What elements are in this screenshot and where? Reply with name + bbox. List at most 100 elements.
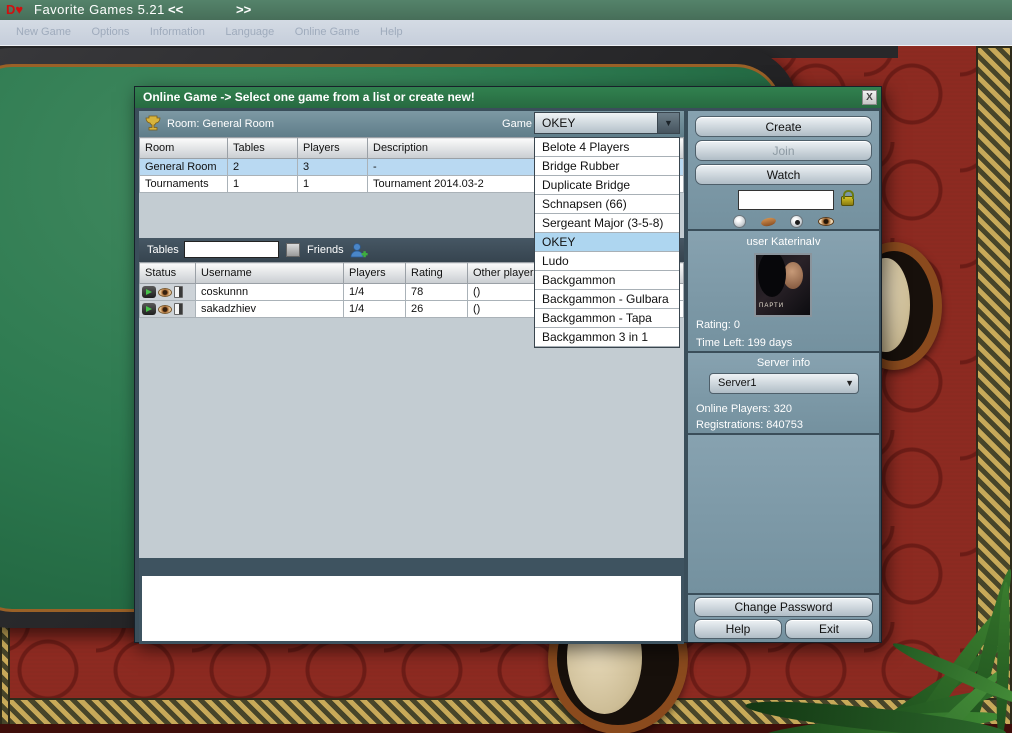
game-option[interactable]: Bridge Rubber (535, 157, 679, 176)
friends-label: Friends (307, 244, 344, 256)
nav-back-button[interactable]: << (168, 2, 183, 17)
col-header-players[interactable]: Players (297, 137, 368, 159)
game-dropdown-list: Belote 4 Players Bridge Rubber Duplicate… (534, 137, 680, 348)
status-divider-bar (139, 558, 684, 576)
window-titlebar: D♥ Favorite Games 5.21 << >> (0, 0, 1012, 20)
chevron-down-icon[interactable]: ▼ (657, 113, 679, 133)
trophy-icon (145, 115, 161, 132)
window-title: Favorite Games 5.21 (34, 2, 165, 17)
players-count-cell[interactable]: 1/4 (343, 300, 406, 318)
table-password-input[interactable] (738, 190, 834, 210)
chevron-down-icon: ▼ (845, 378, 854, 388)
rating-cell[interactable]: 78 (405, 283, 468, 301)
play-status-icon (142, 303, 156, 316)
game-option[interactable]: Ludo (535, 252, 679, 271)
players-count-cell[interactable]: 1/4 (343, 283, 406, 301)
online-game-dialog: Online Game -> Select one game from a li… (134, 86, 882, 644)
lobby-right-panel: Create Join Watch user KaterinaIv ПАРТИ … (688, 111, 879, 642)
tables-cell[interactable]: 2 (227, 158, 298, 176)
status-cell (139, 300, 196, 318)
registrations-label: Registrations: 840753 (696, 419, 804, 431)
server-select-dropdown[interactable]: Server1 ▼ (709, 373, 859, 394)
action-buttons-box: Create Join Watch (688, 111, 879, 229)
exit-button[interactable]: Exit (785, 619, 873, 639)
tables-filter-label: Tables (147, 244, 179, 256)
game-option[interactable]: Duplicate Bridge (535, 176, 679, 195)
help-button[interactable]: Help (694, 619, 782, 639)
online-players-label: Online Players: 320 (696, 403, 792, 415)
friends-checkbox[interactable] (286, 243, 300, 257)
current-room-label: Room: General Room (167, 118, 274, 130)
game-option[interactable]: Backgammon - Tapa (535, 309, 679, 328)
tables-filter-input[interactable] (184, 241, 279, 258)
server-info-title: Server info (756, 357, 811, 369)
watch-mode-radio[interactable] (790, 215, 804, 229)
game-label: Game (502, 118, 532, 130)
avatar-caption: ПАРТИ (759, 303, 785, 309)
menu-item-information[interactable]: Information (150, 26, 205, 38)
menu-item-online-game[interactable]: Online Game (295, 26, 360, 38)
username-cell[interactable]: coskunnn (195, 283, 344, 301)
rating-cell[interactable]: 26 (405, 300, 468, 318)
game-type-icon (174, 286, 183, 299)
avatar: ПАРТИ (754, 253, 812, 317)
players-table-empty-area (139, 318, 684, 558)
game-option[interactable]: Sergeant Major (3-5-8) (535, 214, 679, 233)
game-option[interactable]: Backgammon (535, 271, 679, 290)
game-selected-value: OKEY (542, 116, 576, 130)
col-header-players[interactable]: Players (343, 262, 406, 284)
logo-letter: D (6, 2, 16, 17)
join-button[interactable]: Join (695, 140, 872, 161)
lock-icon (841, 190, 854, 206)
footer-buttons-box: Change Password Help Exit (688, 595, 879, 642)
add-friend-icon[interactable] (349, 242, 368, 259)
watch-status-icon (158, 304, 172, 314)
close-button[interactable]: X (862, 90, 877, 105)
menu-item-options[interactable]: Options (91, 26, 129, 38)
menu-bar: New Game Options Information Language On… (0, 20, 1012, 46)
col-header-tables[interactable]: Tables (227, 137, 298, 159)
app-logo-icon: D♥ (6, 2, 23, 17)
watch-status-icon (158, 287, 172, 297)
game-option-highlighted[interactable]: OKEY (535, 233, 679, 252)
watch-button[interactable]: Watch (695, 164, 872, 185)
create-button[interactable]: Create (695, 116, 872, 137)
message-log-area (139, 576, 684, 644)
players-cell[interactable]: 1 (297, 175, 368, 193)
menu-item-language[interactable]: Language (225, 26, 274, 38)
status-cell (139, 283, 196, 301)
server-info-box: Server info Server1 ▼ Online Players: 32… (688, 353, 879, 433)
room-cell[interactable]: General Room (139, 158, 228, 176)
tables-cell[interactable]: 1 (227, 175, 298, 193)
game-option[interactable]: Schnapsen (66) (535, 195, 679, 214)
info-empty-box (688, 435, 879, 593)
time-left-label: Time Left: 199 days (696, 337, 793, 349)
username-cell[interactable]: sakadzhiev (195, 300, 344, 318)
user-rating-label: Rating: 0 (696, 319, 741, 331)
col-header-status[interactable]: Status (139, 262, 196, 284)
game-option[interactable]: Backgammon 3 in 1 (535, 328, 679, 347)
players-cell[interactable]: 3 (297, 158, 368, 176)
application-window: D♥ Favorite Games 5.21 << >> New Game Op… (0, 0, 1012, 733)
eye-icon (817, 217, 834, 227)
col-header-rating[interactable]: Rating (405, 262, 468, 284)
nav-forward-button[interactable]: >> (236, 2, 251, 17)
change-password-button[interactable]: Change Password (694, 597, 873, 617)
server-selected-value: Server1 (718, 377, 757, 389)
user-info-box: user KaterinaIv ПАРТИ Rating: 0 Time Lef… (688, 231, 879, 351)
user-name-label: user KaterinaIv (746, 236, 821, 248)
heart-icon: ♥ (15, 2, 24, 17)
col-header-room[interactable]: Room (139, 137, 228, 159)
game-select-dropdown[interactable]: OKEY ▼ (534, 112, 680, 134)
play-mode-radio[interactable] (733, 215, 747, 229)
play-status-icon (142, 286, 156, 299)
game-type-icon (174, 303, 183, 316)
dialog-titlebar: Online Game -> Select one game from a li… (135, 87, 881, 108)
menu-item-help[interactable]: Help (380, 26, 403, 38)
col-header-username[interactable]: Username (195, 262, 344, 284)
room-cell[interactable]: Tournaments (139, 175, 228, 193)
game-option[interactable]: Backgammon - Gulbara (535, 290, 679, 309)
game-option[interactable]: Belote 4 Players (535, 138, 679, 157)
menu-item-new-game[interactable]: New Game (16, 26, 71, 38)
hand-icon (760, 216, 777, 228)
